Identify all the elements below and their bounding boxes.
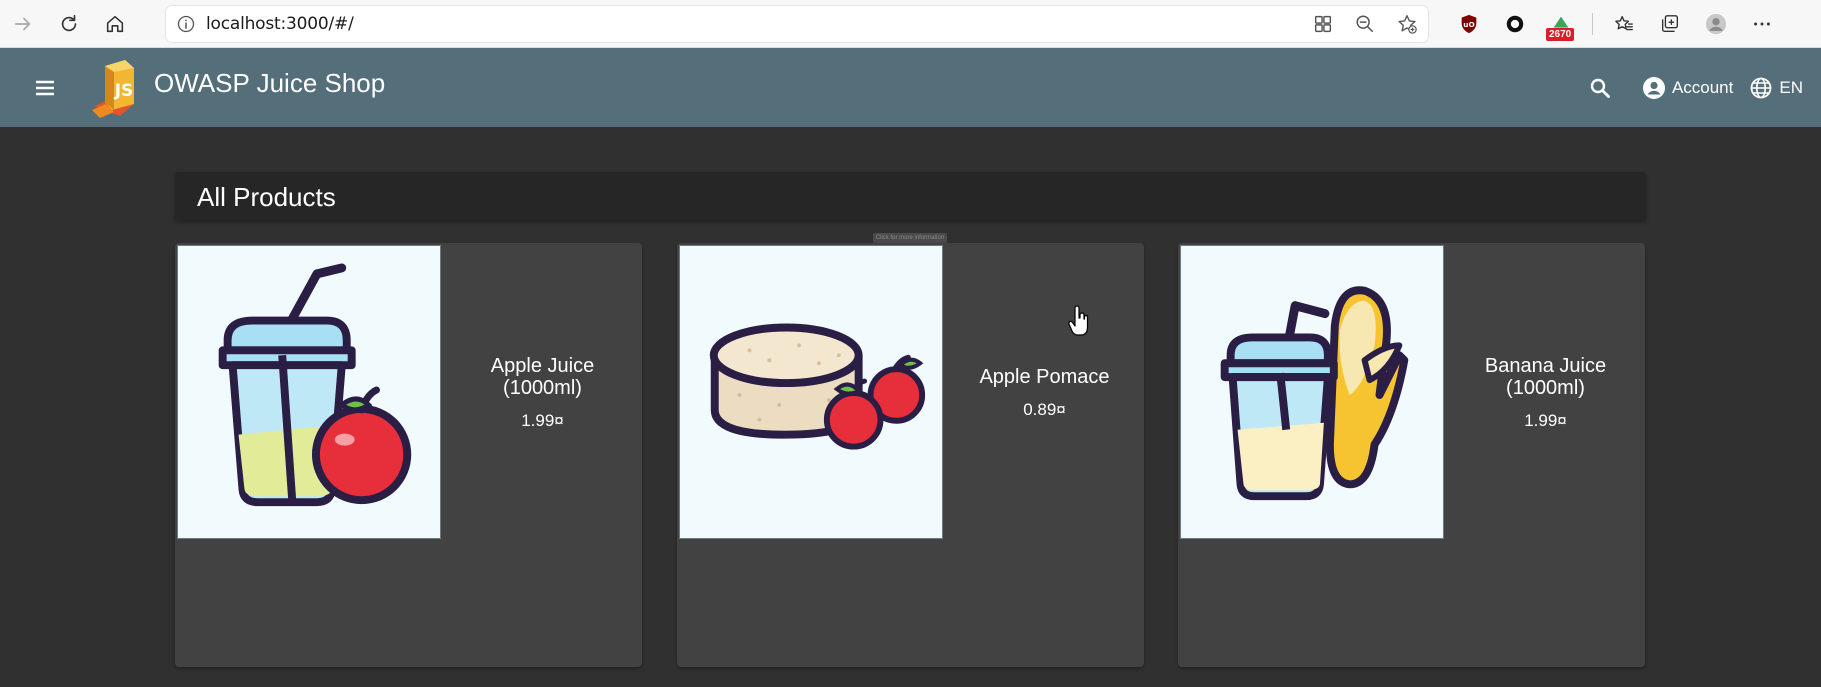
search-button[interactable] [1580,68,1620,108]
sidenav-menu-button[interactable] [26,72,64,104]
reload-icon [61,14,77,31]
app-available-icon[interactable] [1312,13,1334,35]
hamburger-menu-icon [36,80,54,96]
toolbar-divider [1592,13,1593,35]
hand-cursor-icon [1068,305,1090,337]
zoom-out-icon[interactable] [1354,13,1376,35]
globe-icon [1750,77,1772,98]
circle-extension-button[interactable] [1492,0,1538,48]
forward-button[interactable] [0,0,46,48]
product-price: 1.99¤ [1524,411,1567,430]
svg-text:JS: JS [114,81,134,101]
ublock-extension-button[interactable]: uO [1446,0,1492,48]
product-image[interactable] [177,245,441,539]
more-info-tooltip: Click for more information [873,233,947,243]
juice-shop-logo[interactable]: JS [90,54,148,120]
products-header: All Products [175,172,1646,220]
url-text[interactable]: localhost:3000/#/ [206,14,354,34]
collections-button[interactable] [1647,0,1693,48]
address-bar[interactable]: localhost:3000/#/ [166,6,1428,42]
product-image[interactable] [679,245,943,539]
product-name: Apple Juice (1000ml) [490,355,595,399]
home-button[interactable] [92,0,138,48]
profile-button[interactable] [1693,0,1739,48]
product-info[interactable]: Apple Juice (1000ml) 1.99¤ [443,243,642,543]
home-icon [106,15,124,32]
ring-icon [1506,15,1524,33]
apple-juice-cup-icon [218,263,412,507]
account-circle-icon [1642,76,1665,99]
browser-toolbar: localhost:3000/#/ uO 2670 [0,0,1821,48]
reload-button[interactable] [46,0,92,48]
language-menu-button[interactable]: EN [1749,76,1803,100]
profile-avatar-icon [1705,13,1727,35]
product-price: 0.89¤ [1023,400,1066,419]
banana-juice-cup-icon [1220,286,1409,501]
product-info[interactable]: Apple Pomace 0.89¤ [945,243,1144,543]
page-title: All Products [197,182,336,212]
extension-badge: 2670 [1546,28,1575,41]
product-image[interactable] [1180,245,1444,539]
product-name: Apple Pomace [979,366,1110,388]
ublock-shield-icon: uO [1461,14,1477,34]
product-card[interactable]: Apple Juice (1000ml) 1.99¤ [175,243,642,667]
product-card[interactable]: Banana Juice (1000ml) 1.99¤ [1178,243,1645,667]
product-price: 1.99¤ [521,411,564,430]
account-label: Account [1671,77,1734,97]
product-info[interactable]: Banana Juice (1000ml) 1.99¤ [1446,243,1645,543]
arrow-right-icon [14,17,31,30]
product-name: Banana Juice (1000ml) [1484,355,1607,399]
favorites-button[interactable] [1601,0,1647,48]
language-label: EN [1779,77,1803,97]
apple-pomace-icon [709,323,926,450]
search-icon [1590,78,1610,98]
add-favorite-icon[interactable] [1396,13,1418,35]
juice-carton-logo-icon: JS [92,60,134,118]
more-options-button[interactable] [1739,0,1785,48]
app-title[interactable]: OWASP Juice Shop [154,68,385,99]
favorites-star-icon [1615,15,1633,31]
ellipsis-icon [1754,22,1770,26]
account-menu-button[interactable]: Account [1642,76,1733,100]
app-toolbar: JS OWASP Juice Shop Account EN [0,48,1821,127]
site-info-icon[interactable] [166,14,206,34]
counter-extension-button[interactable]: 2670 [1538,0,1584,48]
svg-text:uO: uO [1463,20,1474,29]
collections-icon [1661,15,1679,33]
